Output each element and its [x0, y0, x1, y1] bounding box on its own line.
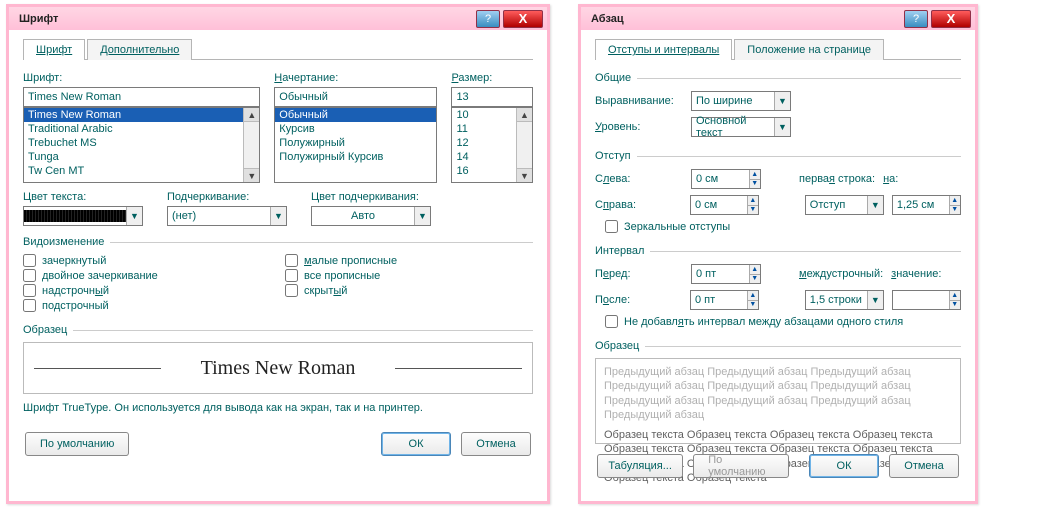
help-button[interactable]: ?: [476, 10, 500, 28]
before-label: Перед:: [595, 268, 683, 280]
font-label: Шрифт:: [23, 72, 260, 84]
right-label: Справа:: [595, 199, 682, 211]
firstline-label: первая строка:: [799, 173, 875, 185]
sample-group: Образец: [595, 340, 961, 352]
size-input[interactable]: [451, 87, 533, 107]
paragraph-dialog: Абзац ? X Отступы и интервалы Положение …: [578, 4, 978, 504]
chk-strike[interactable]: зачеркнутый: [23, 254, 271, 267]
chk-sub[interactable]: подстрочный: [23, 299, 271, 312]
chk-dblstrike[interactable]: двойное зачеркивание: [23, 269, 271, 282]
list-item[interactable]: Times New Roman: [24, 108, 259, 122]
common-group: Общие: [595, 72, 961, 84]
scrollbar[interactable]: ▲▼: [243, 108, 259, 182]
interval-group: Интервал: [595, 245, 961, 257]
tab-advanced[interactable]: Дополнительно: [87, 39, 192, 60]
sample-box: Times New Roman: [23, 342, 533, 394]
sample-text: Times New Roman: [161, 357, 396, 380]
font-listbox[interactable]: Times New Roman Traditional Arabic Trebu…: [23, 107, 260, 183]
underline-color-label: Цвет подчеркивания:: [311, 191, 451, 203]
list-item[interactable]: Trebuchet MS: [24, 136, 259, 150]
tabs: Отступы и интервалы Положение на страниц…: [595, 38, 961, 60]
dialog-title: Абзац: [591, 13, 901, 25]
level-combo[interactable]: Основной текст▼: [691, 117, 791, 137]
sample-group: Образец: [23, 324, 533, 336]
chk-nospace[interactable]: Не добавлять интервал между абзацами одн…: [605, 315, 961, 328]
underline-label: Подчеркивание:: [167, 191, 297, 203]
style-input[interactable]: [274, 87, 437, 107]
ok-button[interactable]: ОК: [381, 432, 451, 456]
by-label: на:: [883, 173, 898, 185]
firstline-combo[interactable]: Отступ▼: [805, 195, 884, 215]
left-label: Слева:: [595, 173, 683, 185]
chk-super[interactable]: надстрочный: [23, 284, 271, 297]
align-label: Выравнивание:: [595, 95, 683, 107]
cancel-button[interactable]: Отмена: [889, 454, 959, 478]
list-item[interactable]: Tunga: [24, 150, 259, 164]
list-item[interactable]: Полужирный: [275, 136, 436, 150]
titlebar[interactable]: Шрифт ? X: [9, 4, 547, 30]
linespacing-combo[interactable]: 1,5 строки▼: [805, 290, 884, 310]
font-dialog: Шрифт ? X Шрифт Дополнительно Шрифт: Tim…: [6, 4, 550, 504]
tabs: Шрифт Дополнительно: [23, 38, 533, 60]
dialog-title: Шрифт: [19, 13, 473, 25]
value-label: значение:: [891, 268, 941, 280]
close-button[interactable]: X: [503, 10, 543, 28]
right-spin[interactable]: ▲▼: [690, 195, 759, 215]
size-label: Размер:: [451, 72, 533, 84]
paragraph-sample: Предыдущий абзац Предыдущий абзац Предыд…: [595, 358, 961, 444]
size-listbox[interactable]: 10 11 12 14 16 ▲▼: [451, 107, 533, 183]
chk-hidden[interactable]: скрытый: [285, 284, 533, 297]
text-color-combo[interactable]: .▼: [23, 206, 143, 226]
list-item[interactable]: Полужирный Курсив: [275, 150, 436, 164]
cancel-button[interactable]: Отмена: [461, 432, 531, 456]
chk-smallcaps[interactable]: малые прописные: [285, 254, 533, 267]
style-listbox[interactable]: Обычный Курсив Полужирный Полужирный Кур…: [274, 107, 437, 183]
linespacing-value-spin[interactable]: ▲▼: [892, 290, 961, 310]
before-spin[interactable]: ▲▼: [691, 264, 761, 284]
text-color-label: Цвет текста:: [23, 191, 153, 203]
list-item[interactable]: Обычный: [275, 108, 436, 122]
info-text: Шрифт TrueType. Он используется для выво…: [23, 402, 533, 414]
firstline-by-spin[interactable]: ▲▼: [892, 195, 961, 215]
tab-indents[interactable]: Отступы и интервалы: [595, 39, 732, 60]
default-button[interactable]: По умолчанию: [693, 454, 789, 478]
list-item[interactable]: Tw Cen MT: [24, 164, 259, 178]
default-button[interactable]: По умолчанию: [25, 432, 129, 456]
linespacing-label: междустрочный:: [799, 268, 883, 280]
close-button[interactable]: X: [931, 10, 971, 28]
level-label: Уровень:: [595, 121, 683, 133]
underline-color-combo[interactable]: Авто▼: [311, 206, 431, 226]
chk-allcaps[interactable]: все прописные: [285, 269, 533, 282]
tab-position[interactable]: Положение на странице: [734, 39, 884, 60]
indent-group: Отступ: [595, 150, 961, 162]
help-button[interactable]: ?: [904, 10, 928, 28]
list-item[interactable]: Traditional Arabic: [24, 122, 259, 136]
tab-font[interactable]: Шрифт: [23, 39, 85, 60]
underline-combo[interactable]: (нет)▼: [167, 206, 287, 226]
tabs-button[interactable]: Табуляция...: [597, 454, 683, 478]
font-input[interactable]: [23, 87, 260, 107]
after-spin[interactable]: ▲▼: [690, 290, 759, 310]
style-label: Начертание:: [274, 72, 437, 84]
list-item[interactable]: Курсив: [275, 122, 436, 136]
align-combo[interactable]: По ширине▼: [691, 91, 791, 111]
scrollbar[interactable]: ▲▼: [516, 108, 532, 182]
after-label: После:: [595, 294, 682, 306]
left-spin[interactable]: ▲▼: [691, 169, 761, 189]
ok-button[interactable]: ОК: [809, 454, 879, 478]
effects-group: Видоизменение: [23, 236, 533, 248]
chk-mirror[interactable]: Зеркальные отступы: [605, 220, 961, 233]
titlebar[interactable]: Абзац ? X: [581, 4, 975, 30]
